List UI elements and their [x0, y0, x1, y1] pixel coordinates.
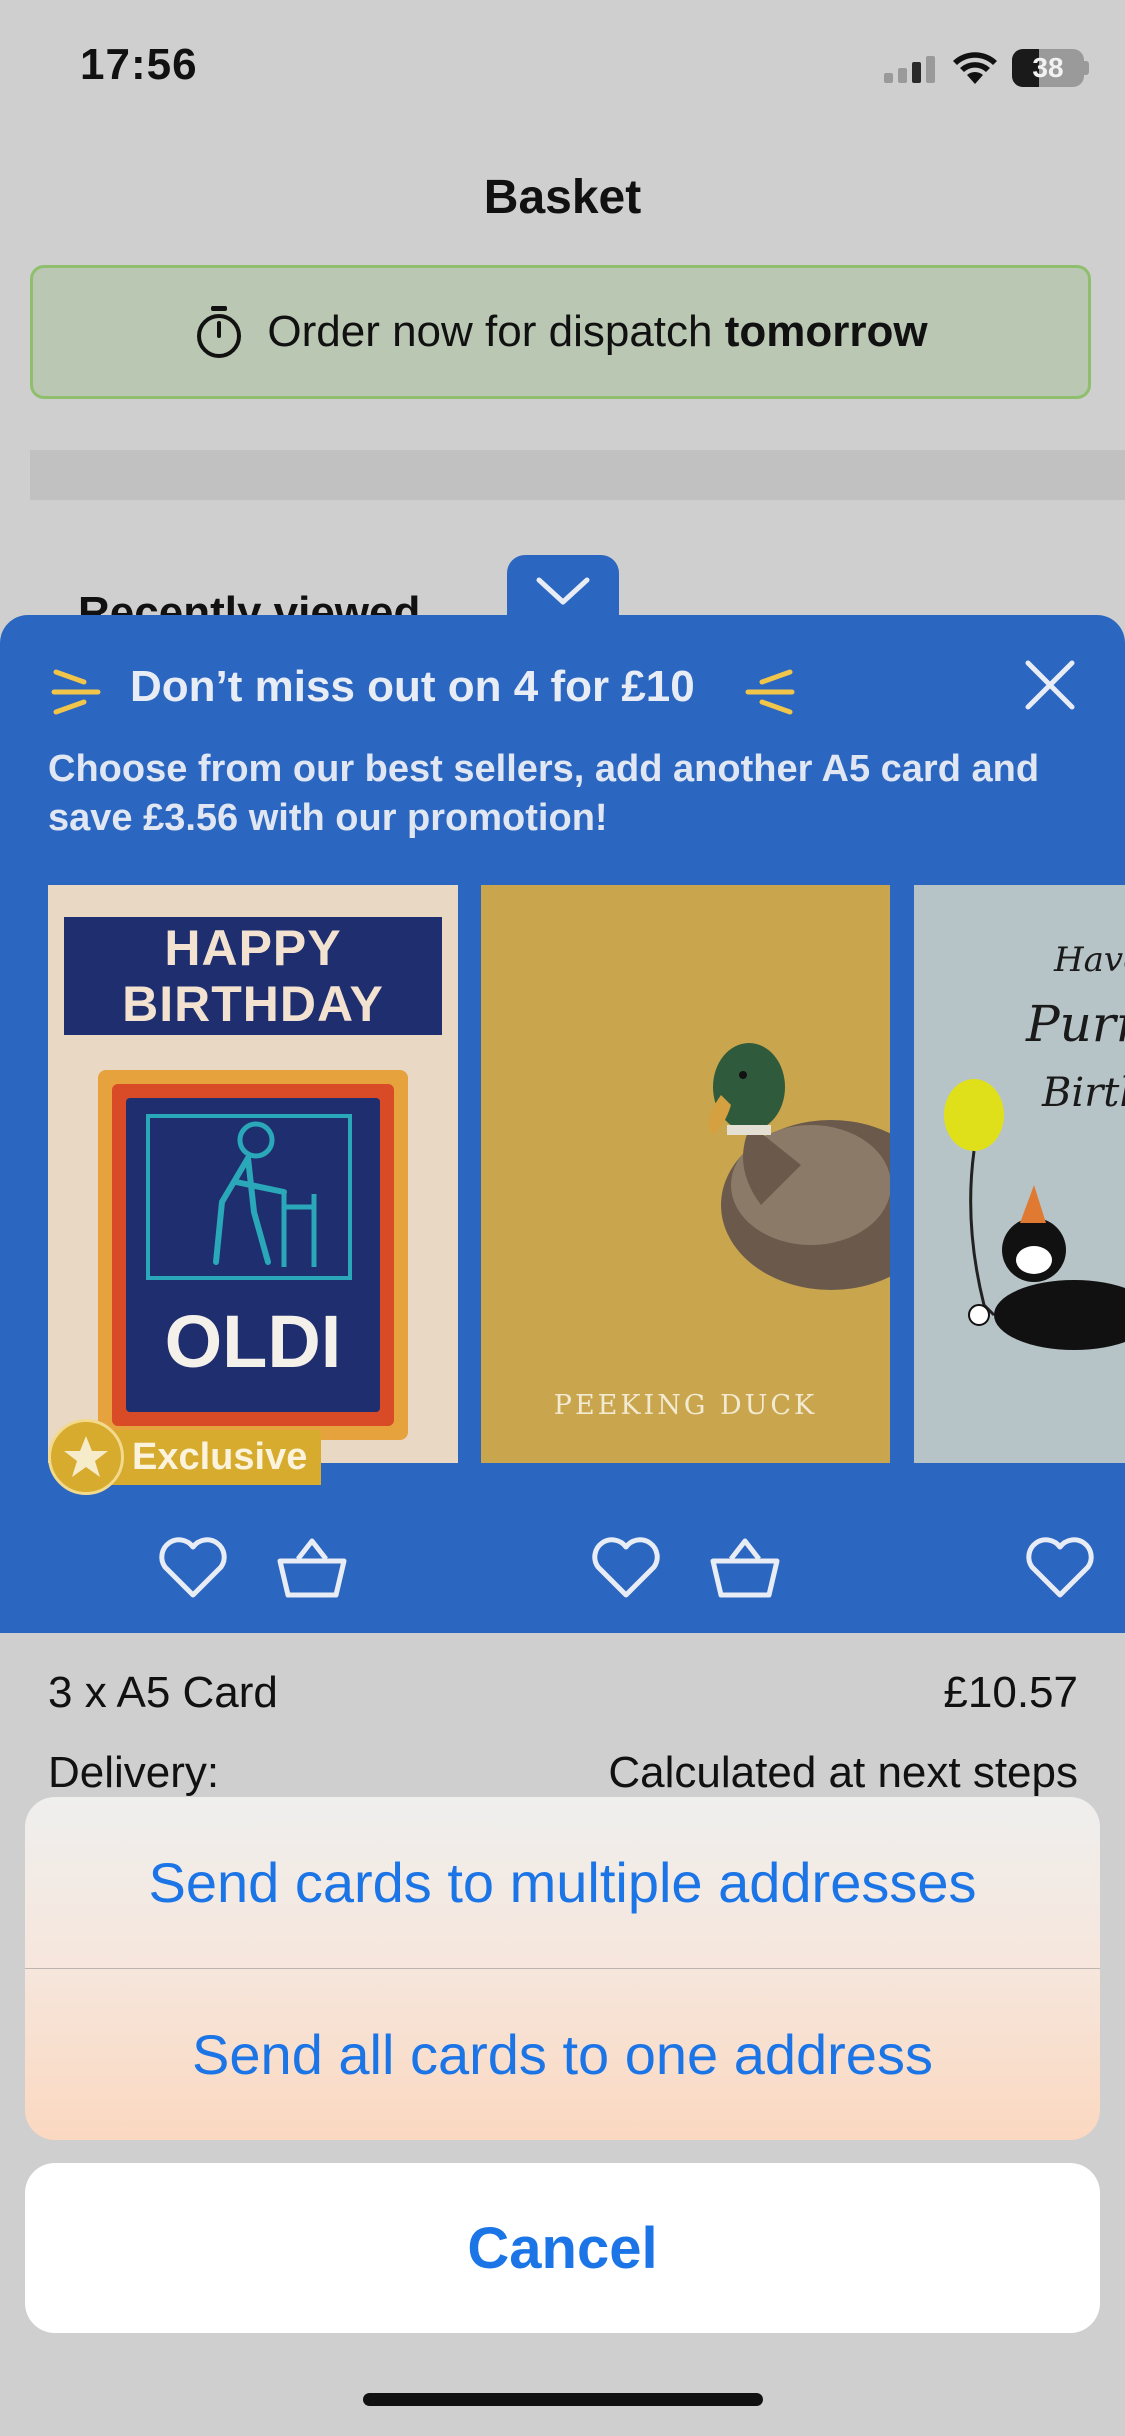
heart-icon[interactable] — [157, 1535, 229, 1601]
heart-icon[interactable] — [590, 1535, 662, 1601]
delivery-value: Calculated at next steps — [608, 1748, 1078, 1797]
card-caption: PEEKING DUCK — [553, 1390, 818, 1421]
dispatch-text-bold: tomorrow — [724, 307, 928, 356]
cat-balloon-illustration — [944, 1079, 1125, 1350]
totals-item-row: 3 x A5 Card £10.57 — [48, 1668, 1078, 1718]
product-card-duck[interactable]: PEEKING DUCK — [481, 885, 890, 1463]
card-text-line2: Purrf — [1026, 995, 1125, 1053]
person-with-walker-icon — [146, 1114, 352, 1280]
card-text-line1: Have — [1054, 940, 1125, 980]
dispatch-text: Order now for dispatch tomorrow — [267, 307, 927, 357]
item-label: 3 x A5 Card — [48, 1668, 278, 1717]
heart-icon[interactable] — [1024, 1535, 1096, 1601]
card-headline-line1: HAPPY — [164, 920, 342, 976]
banner-strip — [30, 450, 1125, 500]
wifi-icon — [953, 52, 997, 84]
chevron-down-icon — [536, 577, 590, 605]
send-one-address-button[interactable]: Send all cards to one address — [25, 1969, 1100, 2140]
dispatch-banner: Order now for dispatch tomorrow — [30, 265, 1091, 399]
action-sheet: Send cards to multiple addresses Send al… — [25, 1797, 1100, 2140]
promo-subtitle: Choose from our best sellers, add anothe… — [48, 748, 1040, 839]
exclusive-badge: Exclusive — [48, 1419, 322, 1495]
close-icon[interactable] — [1020, 655, 1080, 715]
signal-icon — [884, 56, 935, 83]
basket-icon[interactable] — [709, 1535, 781, 1601]
promo-title: Don’t miss out on 4 for £10 — [130, 662, 695, 711]
sparkle-icon — [745, 669, 795, 715]
battery-icon: 38 — [1012, 49, 1089, 87]
dispatch-text-prefix: Order now for dispatch — [267, 307, 725, 356]
card-headline-line2: BIRTHDAY — [122, 976, 384, 1032]
exclusive-label: Exclusive — [98, 1429, 322, 1485]
sparkle-icon — [51, 669, 101, 715]
item-value: £10.57 — [943, 1668, 1078, 1717]
oldi-logo: OLDI — [98, 1070, 408, 1440]
card-headline: HAPPY BIRTHDAY — [64, 917, 442, 1035]
timer-icon — [197, 306, 242, 358]
product-card-cat[interactable]: Have Purrf Birth — [914, 885, 1125, 1463]
home-indicator[interactable] — [363, 2393, 763, 2406]
product-card-oldi[interactable]: HAPPY BIRTHDAY OLDI — [48, 885, 458, 1463]
card-brand: OLDI — [164, 1300, 342, 1383]
duck-illustration — [708, 1043, 890, 1290]
star-icon — [64, 1436, 108, 1477]
cancel-button[interactable]: Cancel — [25, 2163, 1100, 2333]
basket-icon[interactable] — [276, 1535, 348, 1601]
page-title: Basket — [483, 171, 642, 224]
battery-level: 38 — [1032, 52, 1064, 83]
status-icons: 38 — [884, 48, 1089, 88]
delivery-label: Delivery: — [48, 1748, 220, 1797]
status-time: 17:56 — [80, 40, 198, 89]
send-multiple-addresses-button[interactable]: Send cards to multiple addresses — [25, 1797, 1100, 1968]
totals-delivery-row: Delivery: Calculated at next steps — [48, 1748, 1078, 1798]
